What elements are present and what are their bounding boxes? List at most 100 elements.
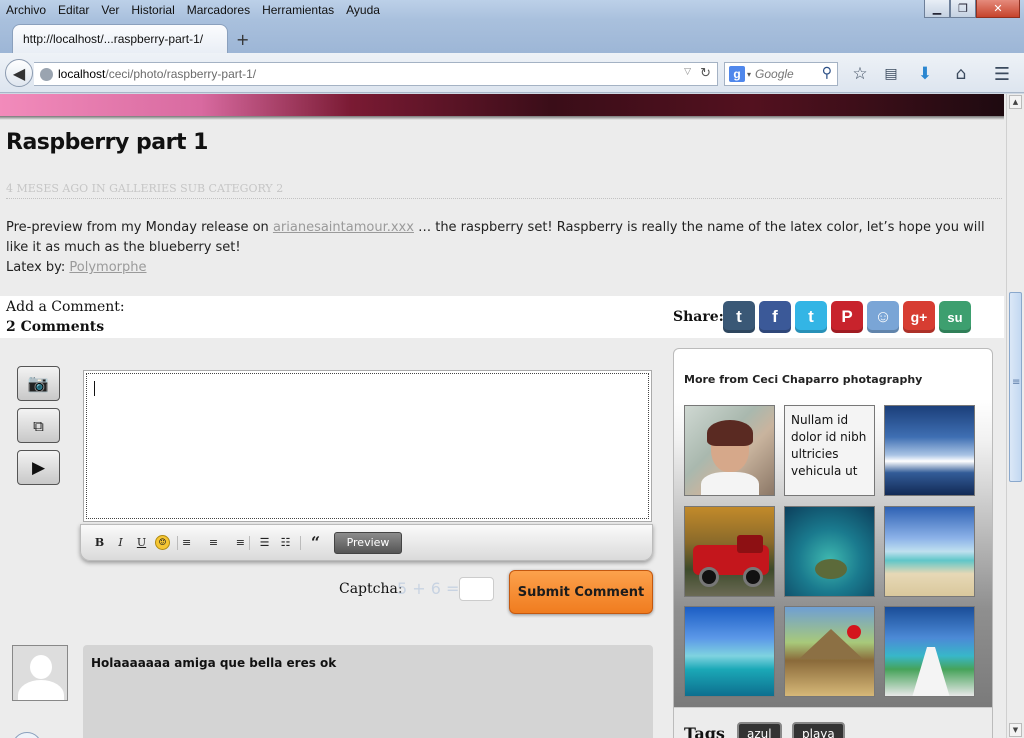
truck-wheel-shape xyxy=(743,567,763,587)
latex-label: Latex by: xyxy=(6,260,70,275)
truck-wheel-shape xyxy=(699,567,719,587)
captcha-label: Captcha: xyxy=(339,581,403,597)
menu-editar[interactable]: Editar xyxy=(52,3,95,17)
google-engine-icon[interactable]: g xyxy=(729,66,745,82)
underline-icon[interactable]: U xyxy=(131,533,152,553)
preview-button[interactable]: Preview xyxy=(334,531,402,554)
menu-marcadores[interactable]: Marcadores xyxy=(181,3,256,17)
more-from-widget: More from Ceci Chaparro photagraphy Null… xyxy=(673,348,993,738)
bullet-list-icon[interactable]: ☰ xyxy=(254,533,275,553)
gallery-thumb-hut[interactable] xyxy=(784,606,875,697)
twitter-share-icon[interactable]: t xyxy=(795,301,827,333)
numbered-list-icon[interactable]: ☷ xyxy=(275,533,296,553)
widget-title: More from Ceci Chaparro photagraphy xyxy=(684,373,923,386)
align-left-icon[interactable]: ≡ xyxy=(182,533,203,553)
menu-herramientas[interactable]: Herramientas xyxy=(256,3,340,17)
scroll-down-icon[interactable]: ▼ xyxy=(1009,723,1022,737)
search-placeholder: Google xyxy=(755,67,794,81)
truck-cab-shape xyxy=(737,535,763,553)
tab-bar: http://localhost/...raspberry-part-1/ + xyxy=(0,20,1024,53)
search-bar[interactable]: g ▾ Google ⚲ xyxy=(724,62,838,86)
reddit-share-icon[interactable]: ☺ xyxy=(867,301,899,333)
scrollbar-thumb[interactable] xyxy=(1009,292,1022,482)
avatar xyxy=(12,645,68,701)
align-center-icon[interactable]: ≡ xyxy=(203,533,224,553)
menu-archivo[interactable]: Archivo xyxy=(0,3,52,17)
latex-link[interactable]: Polymorphe xyxy=(69,260,146,275)
external-link-icon[interactable]: ⧉ xyxy=(17,408,60,443)
captcha-input[interactable] xyxy=(459,577,494,601)
next-comment-avatar xyxy=(12,732,42,738)
reload-icon[interactable]: ↻ xyxy=(700,66,711,81)
post-category-link[interactable]: Galleries Sub Category 2 xyxy=(109,182,283,195)
engine-dropdown-icon[interactable]: ▾ xyxy=(747,70,751,79)
comment-item: Holaaaaaaa amiga que bella eres ok xyxy=(83,645,653,738)
search-icon[interactable]: ⚲ xyxy=(822,65,832,81)
gallery-thumb-pier[interactable] xyxy=(884,606,975,697)
emoticon-button[interactable]: ☺ xyxy=(152,533,173,553)
add-comment-label: Add a Comment: xyxy=(6,299,125,315)
tag-azul[interactable]: azul xyxy=(737,722,782,738)
tab-current[interactable]: http://localhost/...raspberry-part-1/ xyxy=(12,24,228,53)
gallery-thumb-sky[interactable] xyxy=(884,405,975,496)
lantern-shape xyxy=(847,625,861,639)
stumbleupon-share-icon[interactable]: su xyxy=(939,301,971,333)
globe-icon xyxy=(40,67,53,81)
tumblr-share-icon[interactable]: t xyxy=(723,301,755,333)
download-icon[interactable]: ⬇ xyxy=(914,63,936,85)
bold-icon[interactable]: B xyxy=(89,533,110,553)
captcha-question: 5 + 6 = xyxy=(397,579,460,598)
bookmarks-list-icon[interactable]: ▤ xyxy=(880,63,902,85)
google-plus-share-icon[interactable]: g+ xyxy=(903,301,935,333)
vertical-scrollbar[interactable]: ▲ ▼ xyxy=(1006,94,1024,738)
window-controls: ▁ ❐ ✕ xyxy=(924,0,1020,18)
camera-icon[interactable]: 📷 xyxy=(17,366,60,401)
gallery-thumb-sea[interactable] xyxy=(684,606,775,697)
menu-icon[interactable]: ☰ xyxy=(991,63,1013,85)
gallery-thumb-portrait[interactable] xyxy=(684,405,775,496)
url-path: /ceci/photo/raspberry-part-1/ xyxy=(105,67,257,81)
text-caret xyxy=(94,381,95,396)
menu-historial[interactable]: Historial xyxy=(125,3,180,17)
url-dropdown-icon[interactable]: ▽ xyxy=(684,67,691,77)
restore-icon[interactable]: ❐ xyxy=(950,0,976,18)
italic-icon[interactable]: I xyxy=(110,533,131,553)
submit-comment-button[interactable]: Submit Comment xyxy=(509,570,653,614)
back-arrow-icon[interactable]: ◀ xyxy=(5,59,33,87)
menu-ver[interactable]: Ver xyxy=(95,3,125,17)
header-banner-image xyxy=(0,94,1004,116)
portrait-hair-shape xyxy=(707,420,753,446)
facebook-share-icon[interactable]: f xyxy=(759,301,791,333)
gallery-thumb-turtle[interactable] xyxy=(784,506,875,597)
tags-label: Tags xyxy=(684,724,725,738)
comment-count: 2 Comments xyxy=(6,319,105,335)
turtle-shape xyxy=(815,559,847,579)
toolbar-divider xyxy=(300,535,301,550)
close-icon[interactable]: ✕ xyxy=(976,0,1020,18)
pier-shape xyxy=(911,647,951,696)
source-link[interactable]: arianesaintamour.xxx xyxy=(273,220,414,235)
portrait-shirt-shape xyxy=(701,472,759,495)
menu-ayuda[interactable]: Ayuda xyxy=(340,3,386,17)
pinterest-share-icon[interactable]: P xyxy=(831,301,863,333)
quote-icon[interactable]: “ xyxy=(305,533,326,553)
bookmark-star-icon[interactable]: ☆ xyxy=(849,63,871,85)
scroll-up-icon[interactable]: ▲ xyxy=(1009,95,1022,109)
comments-header: Add a Comment: 2 Comments Share: t f t P… xyxy=(0,296,1004,338)
align-right-icon[interactable]: ≡ xyxy=(224,533,245,553)
play-icon[interactable]: ▶ xyxy=(17,450,60,485)
tab-title: http://localhost/...raspberry-part-1/ xyxy=(23,32,204,46)
new-tab-icon[interactable]: + xyxy=(236,30,249,49)
comment-textarea[interactable] xyxy=(83,370,652,522)
gallery-thumb-truck[interactable] xyxy=(684,506,775,597)
editor-toolbar: B I U ☺ ≡ ≡ ≡ ☰ ☷ “ Preview xyxy=(80,524,653,561)
url-bar[interactable]: localhost /ceci/photo/raspberry-part-1/ … xyxy=(34,62,718,86)
tag-playa[interactable]: playa xyxy=(792,722,845,738)
tags-section: Tags azul playa xyxy=(674,707,992,738)
minimize-icon[interactable]: ▁ xyxy=(924,0,950,18)
gallery-thumb-text[interactable]: Nullam id dolor id nibh ultricies vehicu… xyxy=(784,405,875,496)
menu-bar: Archivo Editar Ver Historial Marcadores … xyxy=(0,0,1024,20)
post-age: 4 meses ago in xyxy=(6,182,110,195)
home-icon[interactable]: ⌂ xyxy=(950,63,972,85)
gallery-thumb-beach[interactable] xyxy=(884,506,975,597)
